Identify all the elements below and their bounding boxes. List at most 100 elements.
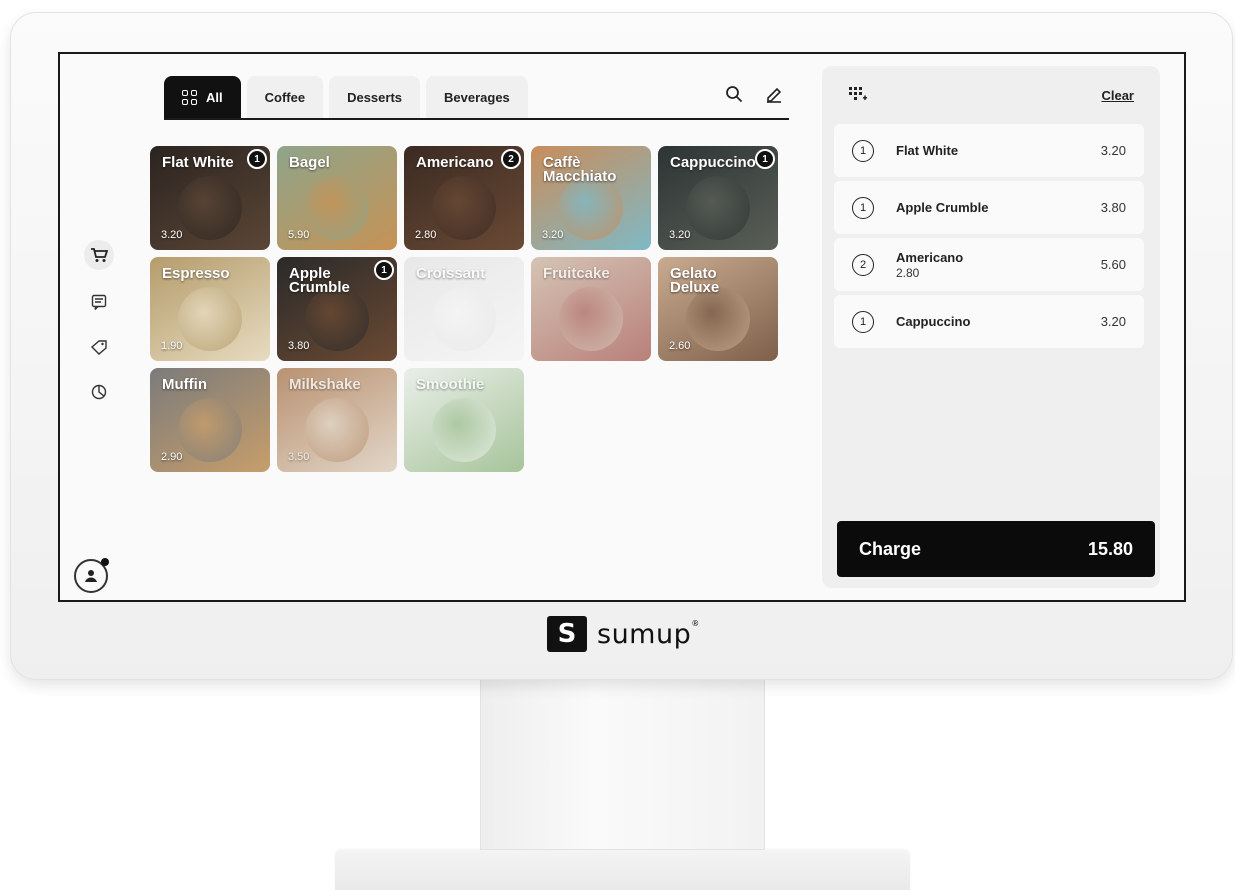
product-name: Cappuccino [670, 154, 756, 171]
item-amount: 3.20 [1100, 314, 1126, 329]
brand-name: sumup® [597, 619, 700, 650]
product-tile[interactable]: Muffin 2.90 [150, 368, 270, 472]
product-tile[interactable]: Americano 2.80 2 [404, 146, 524, 250]
item-text: Americano 2.80 [896, 250, 1101, 280]
pie-chart-icon[interactable] [84, 377, 114, 407]
product-name: Croissant [416, 265, 486, 282]
product-tile[interactable]: Cappuccino 3.20 1 [658, 146, 778, 250]
tab-beverages[interactable]: Beverages [426, 76, 528, 118]
product-price: 3.20 [669, 229, 691, 241]
order-item[interactable]: 1 Cappuccino 3.20 [834, 295, 1144, 348]
product-name: Gelato Deluxe [670, 265, 720, 296]
product-name: Milkshake [289, 376, 361, 393]
product-image [178, 398, 242, 462]
product-tile[interactable]: Croissant [404, 257, 524, 361]
receipt-icon[interactable] [84, 287, 114, 317]
clear-button[interactable]: Clear [1101, 88, 1134, 103]
pencil-icon[interactable] [762, 82, 786, 106]
product-image [559, 176, 623, 240]
tab-coffee[interactable]: Coffee [246, 76, 324, 118]
product-tile[interactable]: Espresso 1.90 [150, 257, 270, 361]
charge-label: Charge [859, 538, 922, 559]
quantity-badge[interactable]: 1 [852, 139, 874, 162]
item-unit-price: 2.80 [896, 265, 920, 280]
order-item[interactable]: 1 Apple Crumble 3.80 [834, 181, 1144, 234]
product-price: 3.20 [161, 229, 183, 241]
product-tile[interactable]: Smoothie [404, 368, 524, 472]
product-price: 2.80 [415, 229, 437, 241]
brand-mark: S [547, 616, 587, 652]
product-tile[interactable]: Gelato Deluxe 2.60 [658, 257, 778, 361]
item-name: Americano [896, 249, 964, 265]
brand-wordmark: sumup [597, 618, 692, 650]
order-item[interactable]: 2 Americano 2.80 5.60 [834, 238, 1144, 291]
item-amount: 3.80 [1100, 200, 1126, 215]
product-name: Bagel [289, 154, 330, 171]
quantity-badge: 1 [374, 260, 394, 280]
product-name: Smoothie [416, 376, 485, 393]
notification-dot [101, 558, 109, 566]
tab-label: Desserts [347, 89, 403, 105]
brand-logo: S sumup® [547, 616, 700, 652]
product-price: 5.90 [288, 229, 310, 241]
quantity-badge: 2 [501, 149, 521, 169]
product-tile[interactable]: Fruitcake [531, 257, 651, 361]
product-tile[interactable]: Milkshake 3.50 [277, 368, 397, 472]
cart-icon[interactable] [84, 240, 114, 270]
product-grid: Flat White 3.20 1 Bagel 5.90 Americano 2.80 2 Ca… [150, 146, 790, 472]
product-name: Espresso [162, 265, 230, 282]
product-price: 3.80 [288, 340, 310, 352]
category-tabs: All Coffee Desserts Beverages [164, 76, 789, 120]
order-panel: Clear 1 Flat White 3.20 1 Apple Crumble 3.80 2… [822, 66, 1160, 588]
quantity-badge[interactable]: 2 [852, 253, 874, 276]
search-icon[interactable] [722, 82, 746, 106]
keypad-icon[interactable] [848, 86, 868, 109]
product-image [432, 398, 496, 462]
product-name: Flat White [162, 154, 234, 171]
tab-desserts[interactable]: Desserts [329, 76, 421, 118]
product-image [559, 287, 623, 351]
product-price: 3.50 [288, 451, 310, 463]
product-image [432, 176, 496, 240]
item-amount: 5.60 [1100, 257, 1126, 272]
product-image [178, 287, 242, 351]
charge-button[interactable]: Charge 15.80 [837, 521, 1155, 577]
order-item[interactable]: 1 Flat White 3.20 [834, 124, 1144, 177]
quantity-badge: 1 [247, 149, 267, 169]
item-name: Flat White [896, 143, 959, 158]
item-text: Cappuccino [896, 314, 1101, 329]
pos-screen: All Coffee Desserts Beverages Flat White… [58, 52, 1186, 602]
item-amount: 3.20 [1100, 143, 1126, 158]
product-name: Muffin [162, 376, 207, 393]
product-tile[interactable]: Flat White 3.20 1 [150, 146, 270, 250]
product-tile[interactable]: Caffè Macchiato 3.20 [531, 146, 651, 250]
grid-icon [182, 89, 197, 105]
charge-total: 15.80 [1087, 538, 1133, 559]
product-image [305, 287, 369, 351]
tab-all[interactable]: All [164, 76, 241, 118]
product-image [305, 398, 369, 462]
product-price: 2.60 [669, 340, 691, 352]
tab-label: Beverages [444, 89, 510, 105]
quantity-badge[interactable]: 1 [852, 196, 874, 219]
product-name: Americano [416, 154, 494, 171]
stand-base [335, 850, 910, 890]
quantity-badge[interactable]: 1 [852, 310, 874, 333]
item-name: Cappuccino [896, 314, 971, 329]
product-tile[interactable]: Bagel 5.90 [277, 146, 397, 250]
tab-label: Coffee [264, 89, 306, 105]
tag-icon[interactable] [84, 332, 114, 362]
item-text: Apple Crumble [896, 200, 1101, 215]
item-name: Apple Crumble [896, 200, 989, 215]
tab-label: All [206, 89, 223, 105]
product-image [686, 176, 750, 240]
item-text: Flat White [896, 143, 1101, 158]
stand-neck [480, 670, 765, 850]
product-price: 2.90 [161, 451, 183, 463]
product-price: 1.90 [161, 340, 183, 352]
product-image [432, 287, 496, 351]
product-name: Caffè Macchiato [543, 154, 617, 185]
product-tile[interactable]: Apple Crumble 3.80 1 [277, 257, 397, 361]
user-icon[interactable] [74, 558, 109, 593]
order-list: 1 Flat White 3.20 1 Apple Crumble 3.80 2 Americ… [834, 124, 1144, 348]
